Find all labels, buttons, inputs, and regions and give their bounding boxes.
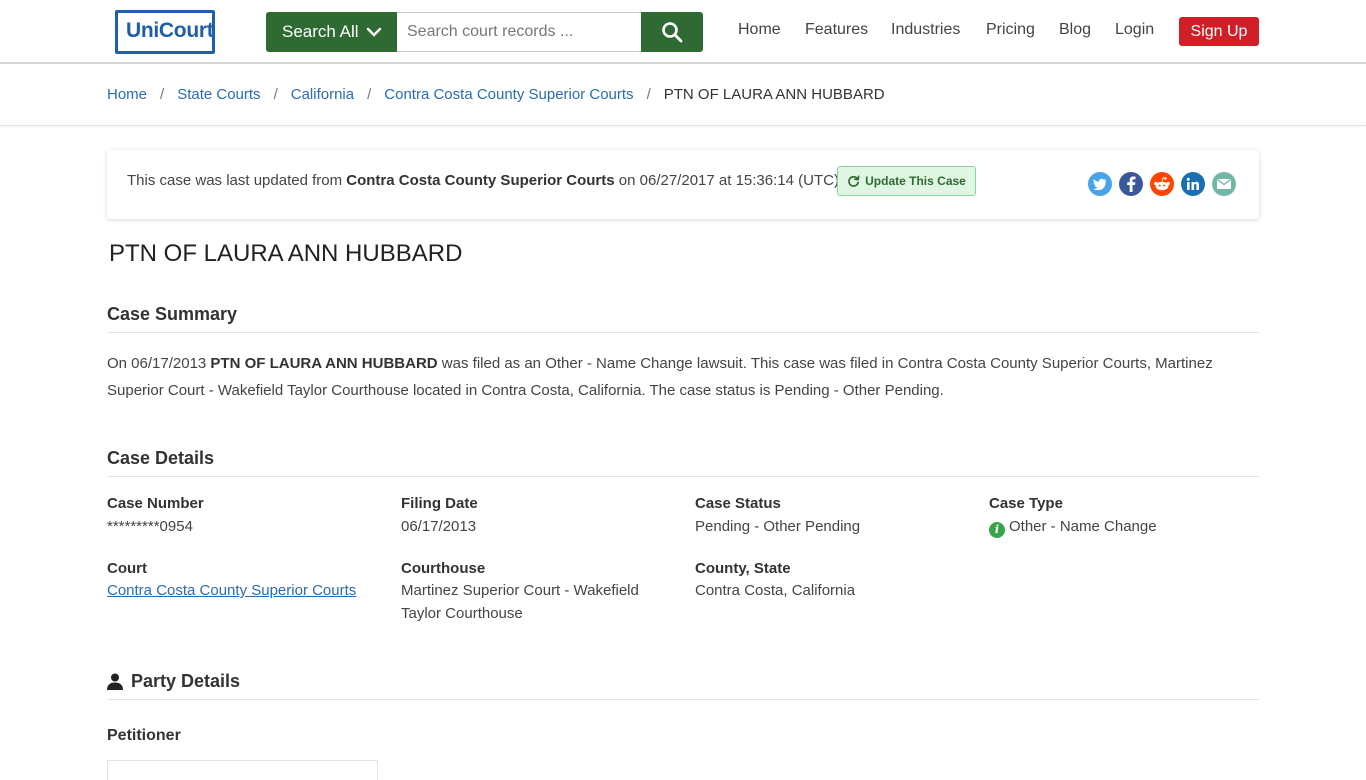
breadcrumb-separator: / [646, 86, 651, 103]
case-summary-heading: Case Summary [107, 304, 238, 324]
refresh-icon [848, 175, 860, 187]
court-value: Contra Costa County Superior Courts [107, 579, 356, 602]
nav-home[interactable]: Home [738, 21, 781, 39]
divider [107, 699, 1259, 700]
petitioner-card [107, 760, 378, 780]
breadcrumb-current: PTN OF LAURA ANN HUBBARD [663, 86, 885, 103]
chevron-down-icon [366, 27, 382, 37]
breadcrumb-bar: Home / State Courts / California / Contr… [0, 64, 1366, 126]
nav-features[interactable]: Features [805, 21, 868, 39]
courthouse-value: Martinez Superior Court - Wakefield Tayl… [401, 582, 639, 622]
party-details-label: Party Details [131, 671, 241, 691]
info-icon[interactable]: i [989, 522, 1005, 538]
email-icon[interactable] [1212, 172, 1236, 196]
breadcrumb-california[interactable]: California [291, 86, 354, 103]
breadcrumb-home[interactable]: Home [107, 86, 147, 103]
nav-pricing[interactable]: Pricing [986, 21, 1035, 39]
nav-blog[interactable]: Blog [1059, 21, 1091, 39]
case-title: PTN OF LAURA ANN HUBBARD [109, 240, 463, 267]
case-type-value: i Other - Name Change [989, 515, 1157, 538]
court-link[interactable]: Contra Costa County Superior Courts [107, 582, 356, 599]
linkedin-icon[interactable] [1181, 172, 1205, 196]
signup-button[interactable]: Sign Up [1179, 17, 1259, 46]
last-updated-prefix: This case was last updated from [127, 172, 347, 189]
case-summary-text: On 06/17/2013 PTN OF LAURA ANN HUBBARD w… [107, 350, 1259, 404]
breadcrumb-separator: / [273, 86, 278, 103]
last-updated-court: Contra Costa County Superior Courts [346, 172, 615, 189]
court-label: Court [107, 560, 147, 577]
search-button[interactable] [641, 12, 703, 52]
unicourt-logo[interactable]: UniCourt [115, 10, 215, 54]
summary-case-name: PTN OF LAURA ANN HUBBARD [210, 355, 438, 372]
county-state-value: Contra Costa, California [695, 582, 856, 599]
breadcrumb-separator: / [160, 86, 165, 103]
summary-pre: On 06/17/2013 [107, 355, 211, 372]
last-updated-panel: This case was last updated from Contra C… [107, 150, 1259, 219]
case-status-label: Case Status [695, 495, 781, 512]
case-type-text: Other - Name Change [1009, 518, 1157, 535]
breadcrumb-separator: / [367, 86, 372, 103]
divider [107, 332, 1259, 333]
nav-login[interactable]: Login [1115, 21, 1154, 39]
breadcrumb-court[interactable]: Contra Costa County Superior Courts [384, 86, 633, 103]
filing-date-label: Filing Date [401, 495, 478, 512]
divider [107, 476, 1259, 477]
case-status-value: Pending - Other Pending [695, 518, 861, 535]
search-icon [662, 22, 683, 43]
top-navbar: UniCourt Search All Home Features Indust… [0, 0, 1366, 64]
breadcrumb: Home / State Courts / California / Contr… [107, 86, 885, 103]
nav-industries[interactable]: Industries [891, 21, 960, 39]
facebook-icon[interactable] [1119, 172, 1143, 196]
search-input[interactable] [397, 12, 642, 52]
case-number-label: Case Number [107, 495, 204, 512]
person-icon [107, 673, 123, 690]
party-details-heading: Party Details [107, 671, 240, 692]
update-case-button[interactable]: Update This Case [837, 166, 976, 196]
reddit-icon[interactable] [1150, 172, 1174, 196]
courthouse-label: Courthouse [401, 560, 486, 577]
case-type-label: Case Type [989, 495, 1063, 512]
logo-text: UniCourt [126, 19, 214, 42]
search-scope-dropdown[interactable]: Search All [266, 12, 397, 52]
search-scope-label: Search All [282, 22, 359, 41]
breadcrumb-state-courts[interactable]: State Courts [177, 86, 260, 103]
twitter-icon[interactable] [1088, 172, 1112, 196]
last-updated-suffix: on 06/27/2017 at 15:36:14 (UTC). [614, 172, 844, 189]
last-updated-text: This case was last updated from Contra C… [127, 172, 843, 189]
petitioner-heading: Petitioner [107, 727, 181, 744]
case-number-value: *********0954 [107, 518, 193, 535]
filing-date-value: 06/17/2013 [401, 518, 477, 535]
county-state-label: County, State [695, 560, 791, 577]
case-details-heading: Case Details [107, 448, 215, 468]
update-case-label: Update This Case [865, 174, 966, 188]
